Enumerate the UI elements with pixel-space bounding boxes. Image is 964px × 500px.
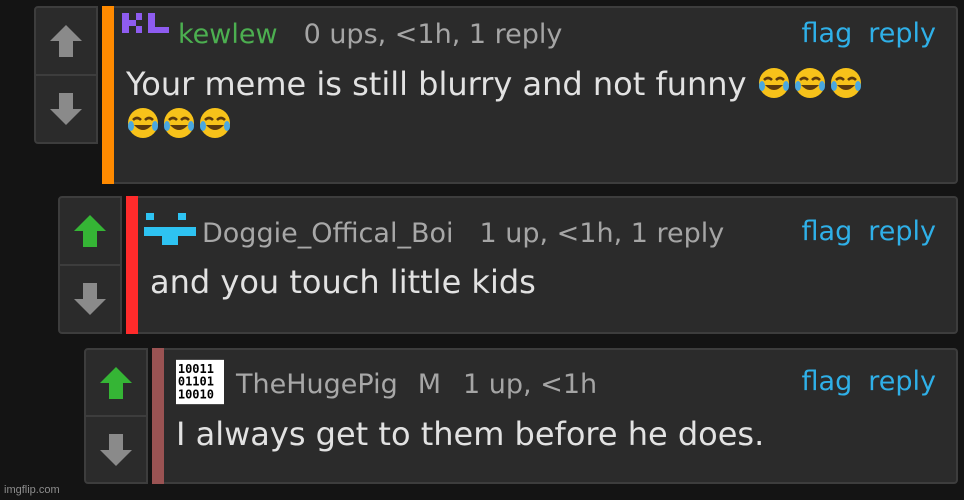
binary-avatar-icon[interactable]: 10011 01101 10010 xyxy=(176,358,224,406)
thread-color-bar xyxy=(102,6,114,184)
comment-text: Your meme is still blurry and not funny xyxy=(126,60,956,144)
comment-3: 10011 01101 10010 TheHugePig M 1 up, <1h… xyxy=(84,348,958,484)
arrow-up-icon xyxy=(74,215,106,247)
imgflip-watermark: imgflip.com xyxy=(4,484,60,496)
comment-actions: flag reply xyxy=(802,366,936,397)
svg-text:10010: 10010 xyxy=(178,388,214,402)
downvote-button[interactable] xyxy=(86,415,146,482)
username[interactable]: Doggie_Offical_Boi xyxy=(202,218,454,249)
upvote-button[interactable] xyxy=(36,8,96,74)
arrow-down-icon xyxy=(100,433,132,466)
flag-link[interactable]: flag xyxy=(802,18,853,49)
comment-text-content: I always get to them before he does. xyxy=(176,415,765,453)
comment-body-panel: kewlew 0 ups, <1h, 1 reply flag reply Yo… xyxy=(114,6,958,184)
flag-link[interactable]: flag xyxy=(802,216,853,247)
comment-text: and you touch little kids xyxy=(150,262,956,302)
comment-meta: 0 ups, <1h, 1 reply xyxy=(303,18,563,50)
upvote-button[interactable] xyxy=(60,198,120,264)
svg-text:10011: 10011 xyxy=(178,362,214,376)
thread-color-bar xyxy=(152,348,164,484)
arrow-down-icon xyxy=(74,283,106,315)
reply-link[interactable]: reply xyxy=(868,366,936,397)
rolling-on-floor-laughing-icon xyxy=(757,65,865,103)
downvote-button[interactable] xyxy=(60,264,120,332)
comment-actions: flag reply xyxy=(802,216,936,247)
vote-column xyxy=(84,348,148,484)
comment-text: I always get to them before he does. xyxy=(176,414,956,454)
flag-link[interactable]: flag xyxy=(802,366,853,397)
rolling-on-floor-laughing-icon xyxy=(126,105,234,143)
arrow-down-icon xyxy=(50,93,82,125)
kl-pixel-avatar-icon[interactable] xyxy=(120,9,172,49)
comment-body-panel: Doggie_Offical_Boi 1 up, <1h, 1 reply fl… xyxy=(138,196,958,334)
comment-1: kewlew 0 ups, <1h, 1 reply flag reply Yo… xyxy=(34,6,958,184)
arrow-up-icon xyxy=(50,25,82,57)
downvote-button[interactable] xyxy=(36,74,96,142)
reply-link[interactable]: reply xyxy=(868,216,936,247)
svg-text:01101: 01101 xyxy=(178,375,214,389)
comment-text-content: and you touch little kids xyxy=(150,263,536,301)
vote-column xyxy=(58,196,122,334)
arrow-up-icon xyxy=(100,366,132,399)
doggie-pixel-avatar-icon[interactable] xyxy=(144,205,196,249)
comment-thread: kewlew 0 ups, <1h, 1 reply flag reply Yo… xyxy=(0,0,964,500)
mod-badge: M xyxy=(417,368,442,400)
comment-meta: 1 up, <1h xyxy=(463,368,598,400)
comment-body-panel: 10011 01101 10010 TheHugePig M 1 up, <1h… xyxy=(164,348,958,484)
username[interactable]: TheHugePig xyxy=(236,369,398,400)
upvote-button[interactable] xyxy=(86,350,146,415)
comment-text-content: Your meme is still blurry and not funny xyxy=(126,65,747,103)
thread-color-bar xyxy=(126,196,138,334)
vote-column xyxy=(34,6,98,144)
comment-actions: flag reply xyxy=(802,18,936,49)
comment-2: Doggie_Offical_Boi 1 up, <1h, 1 reply fl… xyxy=(58,196,958,334)
username[interactable]: kewlew xyxy=(178,19,278,50)
comment-meta: 1 up, <1h, 1 reply xyxy=(479,217,725,249)
reply-link[interactable]: reply xyxy=(868,18,936,49)
